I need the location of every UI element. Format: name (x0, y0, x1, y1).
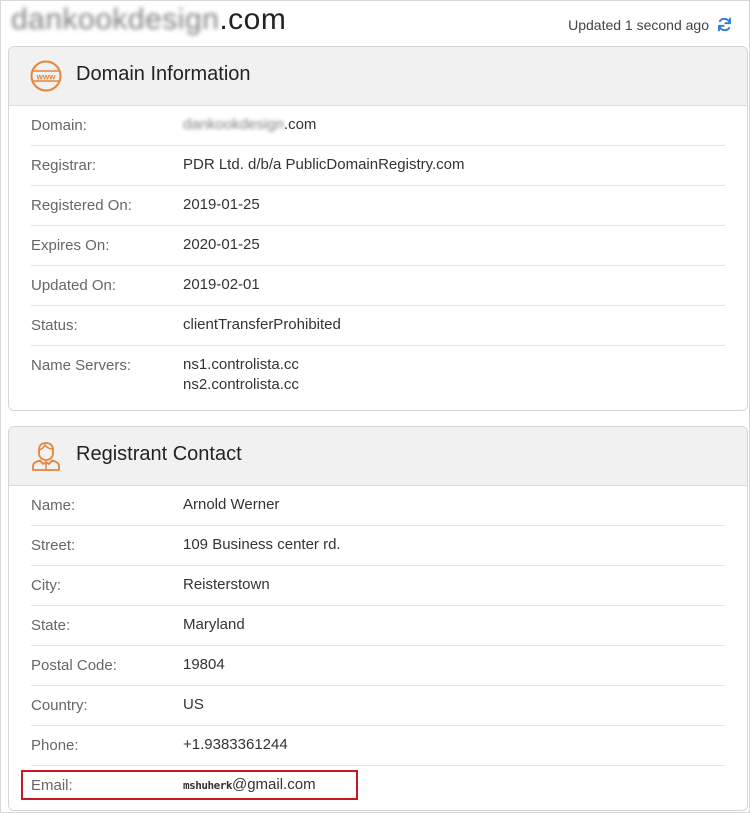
value-expires-on: 2020-01-25 (183, 236, 260, 253)
row-name-servers: Name Servers: ns1.controlista.cc ns2.con… (31, 346, 725, 406)
row-state: State: Maryland (31, 606, 725, 646)
row-registrar: Registrar: PDR Ltd. d/b/a PublicDomainRe… (31, 146, 725, 186)
svg-text:www: www (36, 73, 56, 82)
value-updated-on: 2019-02-01 (183, 276, 260, 293)
label-city: City: (31, 577, 61, 594)
value-registrar: PDR Ltd. d/b/a PublicDomainRegistry.com (183, 156, 465, 173)
value-phone: +1.9383361244 (183, 736, 288, 753)
site-name-blurred: dankookdesign (11, 3, 220, 36)
row-phone: Phone: +1.9383361244 (31, 726, 725, 766)
registrant-contact-card: Registrant Contact Name: Arnold Werner S… (8, 426, 748, 811)
label-registrar: Registrar: (31, 157, 97, 174)
label-name: Name: (31, 497, 76, 514)
row-street: Street: 109 Business center rd. (31, 526, 725, 566)
value-country: US (183, 696, 204, 713)
person-icon (32, 442, 60, 471)
value-city: Reisterstown (183, 576, 270, 593)
value-name-servers: ns1.controlista.cc ns2.controlista.cc (183, 355, 299, 395)
row-email: Email: mshuherk@gmail.com (21, 766, 725, 806)
row-name: Name: Arnold Werner (31, 486, 725, 526)
domain-name-blurred: dankookdesign (183, 116, 284, 133)
top-bar: dankookdesign .com Updated 1 second ago (1, 1, 750, 45)
domain-information-rows: Domain: dankookdesign.com Registrar: PDR… (9, 106, 747, 406)
row-registered-on: Registered On: 2019-01-25 (31, 186, 725, 226)
label-postal-code: Postal Code: (31, 657, 117, 674)
email-highlight-box (21, 770, 358, 800)
row-status: Status: clientTransferProhibited (31, 306, 725, 346)
row-city: City: Reisterstown (31, 566, 725, 606)
registrant-contact-title: Registrant Contact (76, 443, 242, 465)
row-expires-on: Expires On: 2020-01-25 (31, 226, 725, 266)
name-server-1: ns1.controlista.cc (183, 356, 299, 373)
label-street: Street: (31, 537, 76, 554)
label-updated-on: Updated On: (31, 277, 117, 294)
refresh-icon[interactable] (716, 16, 733, 33)
registrant-contact-header: Registrant Contact (9, 427, 747, 486)
updated-text: Updated 1 second ago (568, 16, 709, 33)
row-country: Country: US (31, 686, 725, 726)
row-postal-code: Postal Code: 19804 (31, 646, 725, 686)
label-registered-on: Registered On: (31, 197, 132, 214)
label-phone: Phone: (31, 737, 79, 754)
value-state: Maryland (183, 616, 245, 633)
registrant-contact-rows: Name: Arnold Werner Street: 109 Business… (9, 486, 747, 806)
update-status: Updated 1 second ago (568, 16, 733, 33)
label-domain: Domain: (31, 117, 87, 134)
value-name: Arnold Werner (183, 496, 280, 513)
row-updated-on: Updated On: 2019-02-01 (31, 266, 725, 306)
label-expires-on: Expires On: (31, 237, 110, 254)
label-name-servers: Name Servers: (31, 357, 132, 374)
domain-information-card: www Domain Information Domain: dankookde… (8, 46, 748, 411)
value-street: 109 Business center rd. (183, 536, 341, 553)
domain-information-header: www Domain Information (9, 47, 747, 106)
label-country: Country: (31, 697, 88, 714)
value-status: clientTransferProhibited (183, 316, 341, 333)
domain-tld: .com (283, 116, 317, 133)
site-tld: .com (219, 3, 287, 36)
www-globe-icon: www (30, 60, 62, 92)
value-domain: dankookdesign.com (183, 115, 316, 135)
value-registered-on: 2019-01-25 (183, 196, 260, 213)
site-title: dankookdesign .com (11, 3, 286, 37)
label-state: State: (31, 617, 71, 634)
label-status: Status: (31, 317, 78, 334)
value-postal-code: 19804 (183, 656, 225, 673)
row-domain: Domain: dankookdesign.com (31, 106, 725, 146)
domain-information-title: Domain Information (76, 63, 251, 85)
name-server-2: ns2.controlista.cc (183, 376, 299, 393)
